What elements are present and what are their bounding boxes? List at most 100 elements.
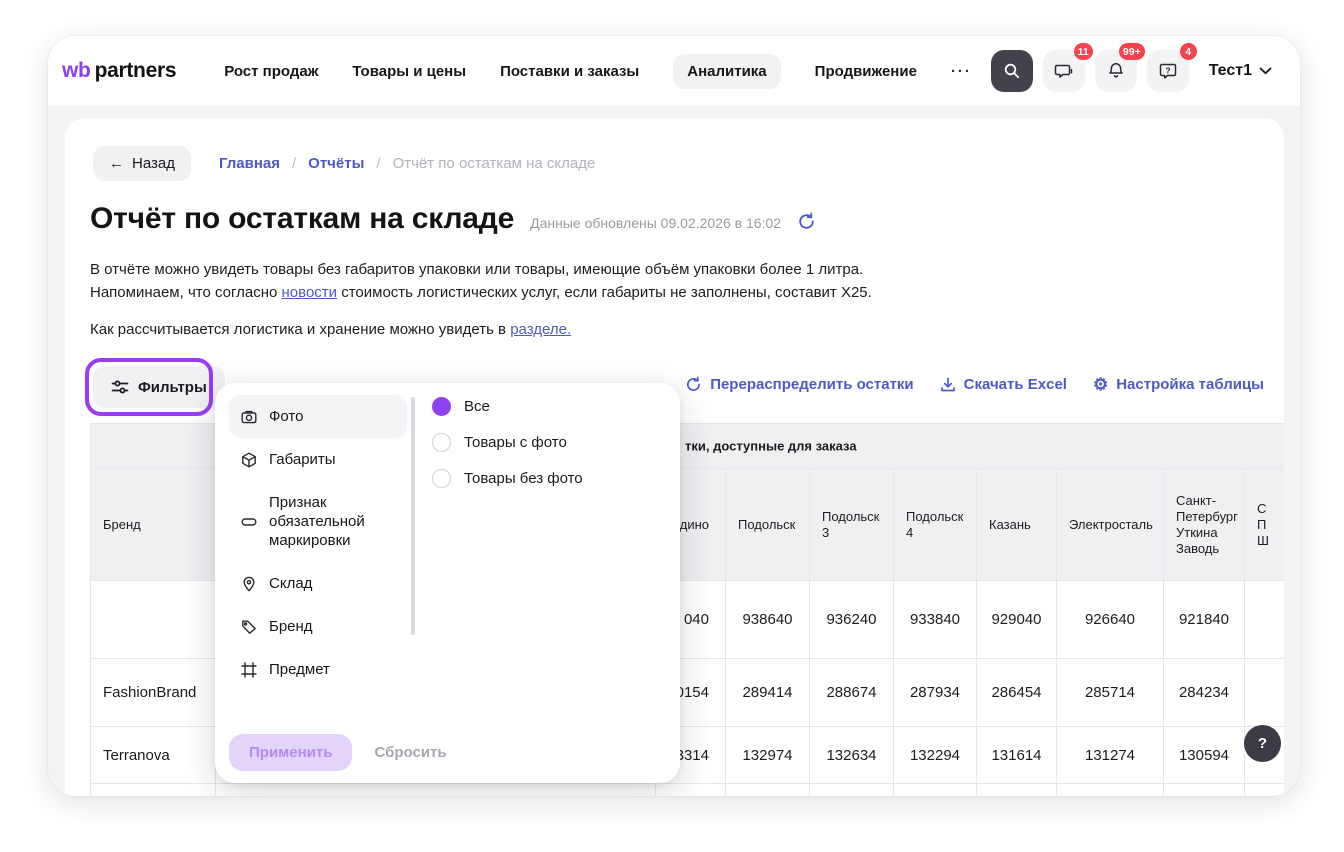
table-cell: 289414 xyxy=(726,659,810,727)
refresh-icon[interactable] xyxy=(797,212,816,231)
group-header-label: тки, доступные для заказа xyxy=(685,439,857,454)
user-name: Тест1 xyxy=(1209,62,1252,80)
table-cell xyxy=(656,784,726,796)
camera-icon xyxy=(241,409,257,425)
chat-button[interactable]: 11 xyxy=(1043,50,1085,92)
download-excel-button[interactable]: Скачать Excel xyxy=(940,376,1067,393)
search-icon xyxy=(1003,62,1021,80)
nav-more-icon[interactable]: ··· xyxy=(951,63,972,80)
column-header-podolsk3: Подольск 3 xyxy=(810,469,894,581)
breadcrumb: ← Назад Главная / Отчёты / Отчёт по оста… xyxy=(93,146,595,181)
apply-button[interactable]: Применить xyxy=(229,734,352,771)
filters-label: Фильтры xyxy=(138,379,207,396)
filter-category-label: Предмет xyxy=(269,660,330,679)
column-header-brand: Бренд xyxy=(91,469,216,581)
table-cell: 131614 xyxy=(977,727,1057,784)
column-header-podolsk4: Подольск 4 xyxy=(894,469,977,581)
reset-button[interactable]: Сбросить xyxy=(374,744,446,761)
redistribute-stock-button[interactable]: Перераспределить остатки xyxy=(685,376,913,393)
svg-text:?: ? xyxy=(1165,65,1170,75)
notifications-button[interactable]: 99+ xyxy=(1095,50,1137,92)
news-link[interactable]: новости xyxy=(282,284,338,301)
nav-analytics[interactable]: Аналитика xyxy=(673,54,780,89)
radio-option-all[interactable]: Все xyxy=(432,397,583,416)
column-header-podolsk: Подольск xyxy=(726,469,810,581)
photo-filter-options: Все Товары с фото Товары без фото xyxy=(432,397,583,488)
column-header-elektrostal: Электросталь xyxy=(1057,469,1164,581)
help-bubble-icon: ? xyxy=(1158,61,1178,81)
filter-category-label: Бренд xyxy=(269,617,313,636)
column-header-spb-utkina: Санкт-Петербург Уткина Заводь xyxy=(1164,469,1245,581)
radio-option-with-photo[interactable]: Товары с фото xyxy=(432,433,583,452)
search-button[interactable] xyxy=(991,50,1033,92)
clipped-header-line: Ш xyxy=(1257,533,1269,548)
filter-category-brand[interactable]: Бренд xyxy=(229,605,407,648)
help-fab-button[interactable]: ? xyxy=(1244,725,1281,762)
back-button[interactable]: ← Назад xyxy=(93,146,191,181)
table-settings-button[interactable]: ⚙ Настройка таблицы xyxy=(1093,376,1264,393)
redistribute-icon xyxy=(685,376,702,393)
filter-sliders-icon xyxy=(111,379,129,395)
user-menu[interactable]: Тест1 xyxy=(1199,53,1282,89)
radio-unselected-icon xyxy=(432,433,451,452)
nav-sales-growth[interactable]: Рост продаж xyxy=(224,63,318,80)
table-cell: 929040 xyxy=(977,581,1057,659)
chat-badge: 11 xyxy=(1074,43,1093,60)
table-row-brand: FashionBrand xyxy=(91,659,216,727)
table-row-brand xyxy=(91,581,216,659)
data-updated-text: Данные обновлены 09.02.2026 в 16:02 xyxy=(530,215,781,231)
filter-category-subject[interactable]: Предмет xyxy=(229,648,407,691)
filter-category-warehouse[interactable]: Склад xyxy=(229,562,407,605)
table-cell xyxy=(726,784,810,796)
description-line2-pre: Напоминаем, что согласно xyxy=(90,284,282,301)
table-cell xyxy=(1245,784,1284,796)
radio-option-label: Товары без фото xyxy=(464,470,583,487)
logo-partners: partners xyxy=(95,59,177,83)
filters-dropdown-panel: Фото Габариты Признак обязательной марки… xyxy=(215,383,680,783)
radio-unselected-icon xyxy=(432,469,451,488)
breadcrumb-reports[interactable]: Отчёты xyxy=(308,155,364,172)
filter-category-dimensions[interactable]: Габариты xyxy=(229,438,407,481)
section-link[interactable]: разделе. xyxy=(510,321,571,338)
notifications-badge: 99+ xyxy=(1119,43,1145,60)
table-cell: 285714 xyxy=(1057,659,1164,727)
bell-icon xyxy=(1106,61,1126,81)
wb-partners-logo[interactable]: wb partners xyxy=(62,59,176,83)
tag-icon xyxy=(241,619,257,635)
crop-frame-icon xyxy=(241,662,257,678)
description-line3-pre: Как рассчитывается логистика и хранение … xyxy=(90,321,510,338)
table-cell xyxy=(1164,784,1245,796)
table-row-brand: Terranova xyxy=(91,727,216,784)
radio-option-label: Товары с фото xyxy=(464,434,567,451)
filter-category-marking[interactable]: Признак обязательной маркировки xyxy=(229,481,407,562)
filter-category-photo[interactable]: Фото xyxy=(229,395,407,438)
back-arrow-icon: ← xyxy=(109,155,124,172)
nav-promotion[interactable]: Продвижение xyxy=(815,63,917,80)
radio-option-without-photo[interactable]: Товары без фото xyxy=(432,469,583,488)
cube-icon xyxy=(241,452,257,468)
filters-button[interactable]: Фильтры xyxy=(93,366,225,408)
table-cell: 131274 xyxy=(1057,727,1164,784)
nav-goods-prices[interactable]: Товары и цены xyxy=(352,63,466,80)
breadcrumb-separator: / xyxy=(376,155,380,172)
marking-capsule-icon xyxy=(241,514,257,530)
table-actions: Перераспределить остатки Скачать Excel ⚙… xyxy=(685,376,1264,393)
report-description: В отчёте можно увидеть товары без габари… xyxy=(90,258,872,341)
menu-scrollbar[interactable] xyxy=(411,397,415,635)
support-badge: 4 xyxy=(1180,43,1197,60)
dropdown-footer: Применить Сбросить xyxy=(229,734,447,771)
table-cell: 132974 xyxy=(726,727,810,784)
table-cell: 938640 xyxy=(726,581,810,659)
column-header-clipped: С П Ш xyxy=(1245,469,1284,581)
table-cell: 132634 xyxy=(810,727,894,784)
support-button[interactable]: ? 4 xyxy=(1147,50,1189,92)
logo-wb: wb xyxy=(62,59,91,83)
breadcrumb-home[interactable]: Главная xyxy=(219,155,280,172)
location-pin-icon xyxy=(241,576,257,592)
radio-selected-icon xyxy=(432,397,451,416)
breadcrumb-current: Отчёт по остаткам на складе xyxy=(393,155,596,172)
nav-supplies-orders[interactable]: Поставки и заказы xyxy=(500,63,639,80)
top-nav-bar: wb partners Рост продаж Товары и цены По… xyxy=(48,36,1300,106)
filter-category-label: Признак обязательной маркировки xyxy=(269,493,395,550)
title-row: Отчёт по остаткам на складе Данные обнов… xyxy=(90,202,816,236)
